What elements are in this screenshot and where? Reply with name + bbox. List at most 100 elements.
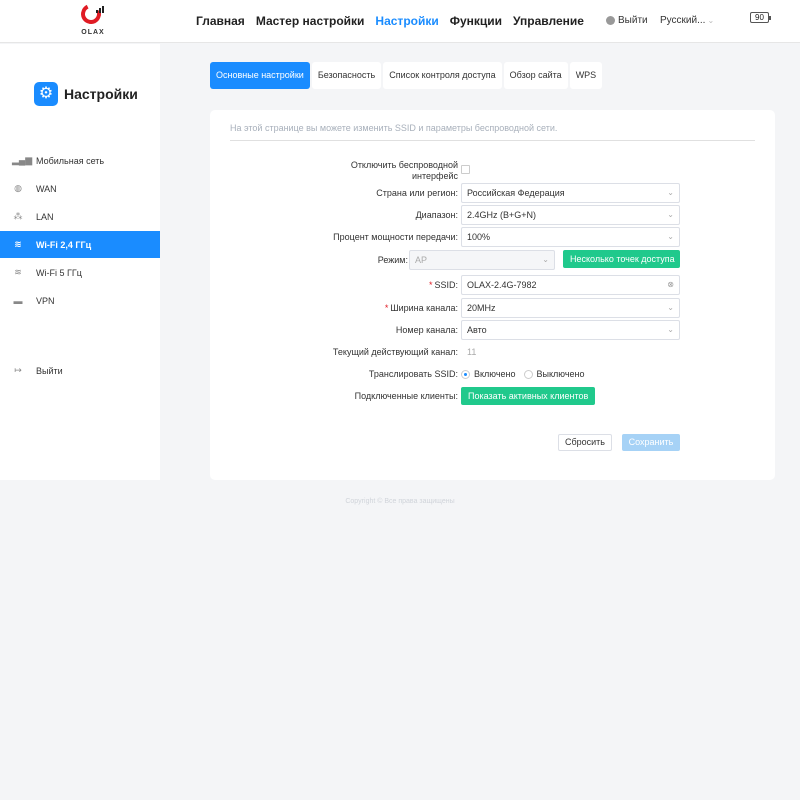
top-header: OLAX Главная Мастер настройки Настройки … (0, 0, 800, 43)
power-value: 100% (467, 232, 491, 242)
power-label: Процент мощности передачи: (333, 232, 458, 242)
broadcast-ssid-row: Транслировать SSID: Включено Выключено (210, 364, 775, 384)
settings-card: На этой странице вы можете изменить SSID… (210, 110, 775, 480)
chevron-down-icon: ⌄ (667, 325, 674, 334)
channel-width-select[interactable]: 20MHz ⌄ (461, 298, 680, 318)
battery-icon: 90 (750, 12, 771, 23)
required-mark: * (384, 303, 389, 313)
logo-text: OLAX (81, 29, 105, 36)
current-channel-value: 11 (467, 347, 477, 357)
band-label: Диапазон: (415, 210, 458, 220)
mode-label: Режим: (377, 255, 408, 265)
broadcast-off-label: Выключено (536, 369, 585, 379)
channel-width-value: 20MHz (467, 303, 496, 313)
ssid-input[interactable]: OLAX-2.4G-7982 ⊗ (461, 275, 680, 295)
mode-select: AP ⌄ (409, 250, 555, 270)
mode-value: AP (415, 255, 428, 265)
power-select[interactable]: 100% ⌄ (461, 227, 680, 247)
nav-functions[interactable]: Функции (450, 14, 502, 28)
chevron-down-icon: ⌄ (542, 255, 549, 264)
chevron-down-icon: ⌄ (667, 188, 674, 197)
clients-label: Подключенные клиенты: (354, 391, 458, 401)
channel-row: Номер канала: Авто ⌄ (210, 320, 775, 340)
footer-copyright: Copyright © Все права защищены (345, 498, 455, 505)
ssid-row: * SSID: OLAX-2.4G-7982 ⊗ (210, 275, 775, 295)
disable-wireless-checkbox[interactable] (461, 165, 470, 174)
logout-icon: ↦ (14, 365, 22, 375)
sidebar-title-text: Настройки (64, 86, 138, 102)
sidebar-item-label: Wi-Fi 2,4 ГГц (36, 239, 92, 250)
channel-value: Авто (467, 325, 487, 335)
disable-wireless-row: Отключить беспроводной интерфейс (210, 160, 775, 181)
sidebar-item-label: WAN (36, 183, 57, 194)
sidebar-item-lan[interactable]: ⁂ LAN (0, 203, 160, 230)
sidebar-item-label: Мобильная сеть (36, 155, 105, 166)
sidebar-item-wan[interactable]: ◍ WAN (0, 175, 160, 202)
tab-access-control[interactable]: Список контроля доступа (383, 62, 502, 89)
current-channel-label: Текущий действующий канал: (332, 347, 458, 357)
header-logout-button[interactable]: Выйти (606, 15, 648, 26)
channel-width-row: * Ширина канала: 20MHz ⌄ (210, 298, 775, 318)
nav-quick-setup[interactable]: Мастер настройки (256, 14, 365, 28)
sidebar-item-label: Wi-Fi 5 ГГц (36, 267, 82, 278)
ssid-label: * SSID: (429, 275, 458, 295)
main-nav: Главная Мастер настройки Настройки Функц… (196, 14, 584, 28)
sidebar-title: ⚙ Настройки (34, 82, 138, 106)
header-logout-label: Выйти (618, 15, 648, 26)
tab-site-survey[interactable]: Обзор сайта (503, 62, 568, 89)
settings-tabs: Основные настройки Безопасность Список к… (210, 62, 603, 89)
region-select[interactable]: Российская Федерация ⌄ (461, 183, 680, 203)
channel-width-label-text: Ширина канала: (390, 303, 458, 313)
logo-signal-icon (96, 6, 104, 13)
wifi-icon: ≋ (14, 239, 22, 249)
sidebar-logout-label: Выйти (36, 365, 63, 376)
page-description: На этой странице вы можете изменить SSID… (230, 123, 755, 141)
power-icon (606, 16, 615, 25)
broadcast-on-label: Включено (474, 369, 516, 379)
broadcast-ssid-radios: Включено Выключено (461, 364, 585, 384)
band-select[interactable]: 2.4GHz (B+G+N) ⌄ (461, 205, 680, 225)
tab-wps[interactable]: WPS (569, 62, 603, 89)
sidebar-item-label: LAN (36, 211, 54, 222)
sidebar-item-wifi-5[interactable]: ≋ Wi-Fi 5 ГГц (0, 259, 160, 286)
sidebar-item-label: VPN (36, 295, 55, 306)
save-button[interactable]: Сохранить (622, 434, 680, 451)
nav-home[interactable]: Главная (196, 14, 245, 28)
mode-row: Режим: AP ⌄ Несколько точек доступа (210, 250, 775, 270)
channel-select[interactable]: Авто ⌄ (461, 320, 680, 340)
tab-security[interactable]: Безопасность (311, 62, 382, 89)
chevron-down-icon: ⌄ (667, 210, 674, 219)
ssid-value: OLAX-2.4G-7982 (467, 280, 537, 290)
ssid-label-text: SSID: (434, 280, 458, 290)
language-value: Русский... (660, 15, 706, 26)
disable-wireless-label: Отключить беспроводной интерфейс (351, 160, 458, 181)
channel-label: Номер канала: (395, 325, 458, 335)
broadcast-off-radio[interactable]: Выключено (523, 369, 585, 379)
band-value: 2.4GHz (B+G+N) (467, 210, 537, 220)
wifi-icon: ≋ (14, 267, 22, 277)
show-active-clients-button[interactable]: Показать активных клиентов (461, 387, 596, 405)
multi-ap-button[interactable]: Несколько точек доступа (563, 250, 680, 268)
current-channel-row: Текущий действующий канал: 11 (210, 342, 775, 362)
tab-basic-settings[interactable]: Основные настройки (210, 62, 310, 89)
disable-wireless-label-line2: интерфейс (412, 171, 458, 181)
region-value: Российская Федерация (467, 188, 565, 198)
reset-button[interactable]: Сбросить (558, 434, 612, 451)
language-select[interactable]: Русский... ⌄ (660, 15, 714, 26)
nav-settings[interactable]: Настройки (375, 14, 438, 28)
gear-icon: ⚙ (34, 82, 58, 106)
sidebar-item-vpn[interactable]: ▬ VPN (0, 287, 160, 314)
chevron-down-icon: ⌄ (707, 16, 715, 25)
required-mark: * (428, 280, 433, 290)
broadcast-ssid-label: Транслировать SSID: (368, 369, 458, 379)
olax-logo[interactable]: OLAX (78, 1, 108, 40)
globe-icon: ◍ (14, 183, 22, 193)
sidebar-item-wifi-24[interactable]: ≋ Wi-Fi 2,4 ГГц (0, 231, 160, 258)
sidebar-item-mobile-network[interactable]: ▂▄▆ Мобильная сеть (0, 147, 160, 174)
broadcast-on-radio[interactable]: Включено (461, 369, 516, 379)
power-row: Процент мощности передачи: 100% ⌄ (210, 227, 775, 247)
vpn-icon: ▬ (13, 295, 23, 306)
clear-icon[interactable]: ⊗ (667, 276, 674, 294)
sidebar-logout-button[interactable]: ↦ Выйти (0, 357, 160, 384)
nav-management[interactable]: Управление (513, 14, 584, 28)
